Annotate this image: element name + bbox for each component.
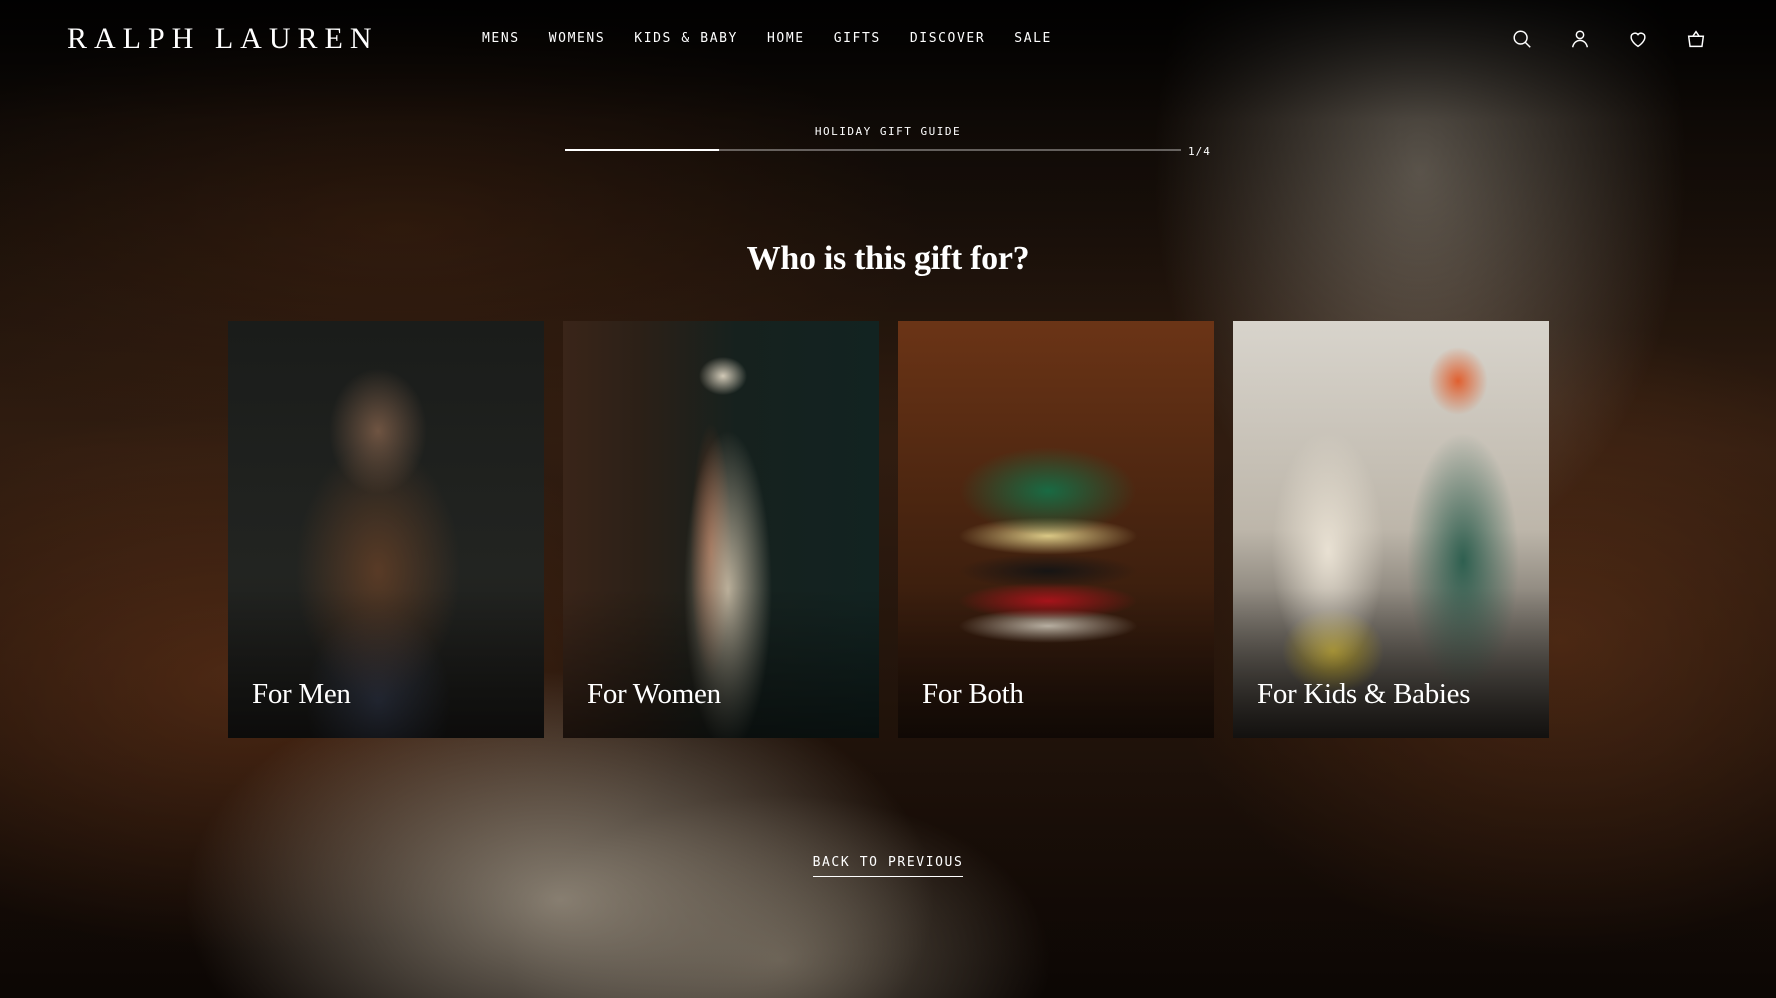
nav-item-gifts[interactable]: GIFTS [834, 31, 881, 46]
main-nav: MENS WOMENS KIDS & BABY HOME GIFTS DISCO… [482, 31, 1081, 46]
gift-recipient-options: For Men For Women For Both For Kids & Ba… [228, 321, 1549, 738]
header-icons [1511, 28, 1709, 52]
option-card-women[interactable]: For Women [563, 321, 879, 738]
option-label: For Women [587, 678, 721, 710]
account-icon[interactable] [1569, 28, 1593, 52]
option-label: For Kids & Babies [1257, 678, 1471, 710]
brand-logo[interactable]: RALPH LAUREN [67, 22, 379, 56]
site-header: RALPH LAUREN MENS WOMENS KIDS & BABY HOM… [0, 0, 1776, 82]
shopping-bag-icon[interactable] [1685, 28, 1709, 52]
nav-item-home[interactable]: HOME [767, 31, 805, 46]
nav-item-discover[interactable]: DISCOVER [910, 31, 985, 46]
back-link-wrapper: BACK TO PREVIOUS [0, 853, 1776, 877]
option-label: For Both [922, 678, 1024, 710]
quiz-step-counter: 1/4 [1188, 145, 1211, 158]
quiz-progress-bar [565, 149, 1181, 151]
nav-item-mens[interactable]: MENS [482, 31, 520, 46]
nav-item-sale[interactable]: SALE [1014, 31, 1052, 46]
option-card-both[interactable]: For Both [898, 321, 1214, 738]
option-card-kids-babies[interactable]: For Kids & Babies [1233, 321, 1549, 738]
quiz-progress-fill [565, 149, 719, 151]
search-icon[interactable] [1511, 28, 1535, 52]
wishlist-icon[interactable] [1627, 28, 1651, 52]
quiz-title: HOLIDAY GIFT GUIDE [814, 125, 962, 138]
back-to-previous-link[interactable]: BACK TO PREVIOUS [812, 855, 964, 877]
option-label: For Men [252, 678, 351, 710]
quiz-question: Who is this gift for? [746, 240, 1030, 277]
option-card-men[interactable]: For Men [228, 321, 544, 738]
nav-item-kids-baby[interactable]: KIDS & BABY [634, 31, 738, 46]
nav-item-womens[interactable]: WOMENS [549, 31, 606, 46]
